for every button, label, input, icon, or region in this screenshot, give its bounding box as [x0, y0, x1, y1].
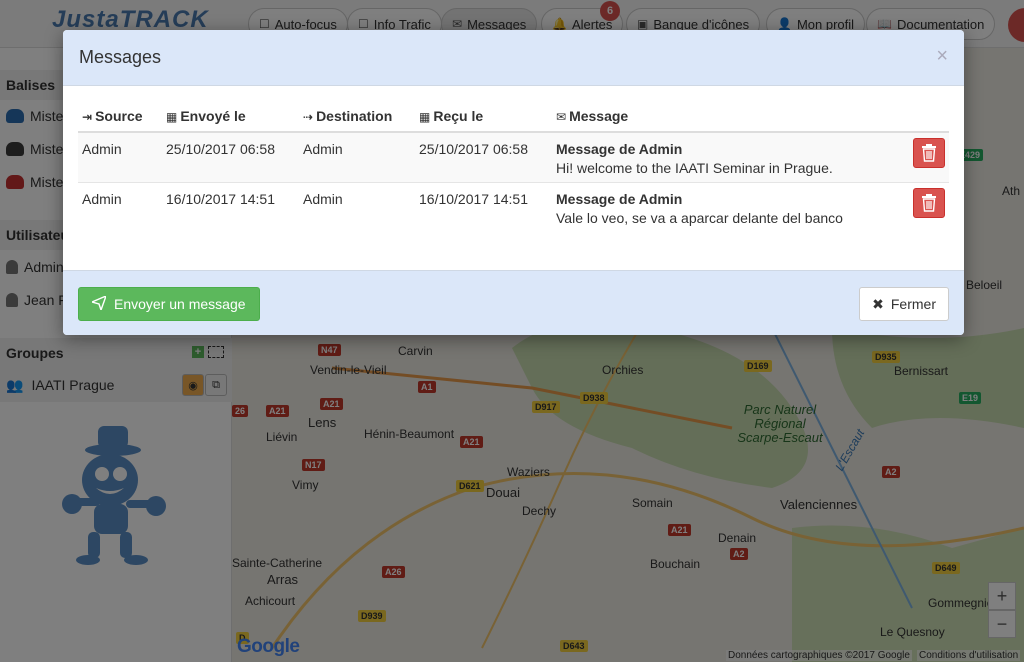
modal-title: Messages: [79, 47, 162, 67]
table-header-row: ⇥ Source ▦ Envoyé le ⇢ Destination ▦ Reçu le…: [78, 100, 949, 133]
cell-destination: Admin: [299, 182, 415, 232]
messages-table: ⇥ Source ▦ Envoyé le ⇢ Destination ▦ Reçu le…: [78, 100, 949, 232]
close-button[interactable]: ✖ Fermer: [859, 287, 949, 321]
column-received: ▦ Reçu le: [415, 100, 552, 133]
column-message: ✉ Message: [552, 100, 905, 133]
cell-source: Admin: [78, 131, 162, 183]
delete-message-button[interactable]: [913, 138, 945, 168]
sign-in-icon: ⇢: [303, 109, 314, 124]
close-icon: ✖: [872, 295, 884, 312]
send-message-button[interactable]: Envoyer un message: [78, 287, 260, 321]
column-source: ⇥ Source: [78, 100, 162, 133]
paper-plane-icon: [89, 294, 108, 313]
column-received-label: Reçu le: [433, 107, 484, 124]
column-source-label: Source: [95, 107, 143, 124]
message-body: Vale lo veo, se va a aparcar delante del…: [556, 210, 843, 226]
column-sent-label: Envoyé le: [180, 107, 246, 124]
cell-received: 16/10/2017 14:51: [415, 182, 552, 232]
table-row: Admin 16/10/2017 14:51 Admin 16/10/2017 …: [78, 182, 949, 232]
column-message-label: Message: [569, 107, 629, 124]
message-title: Message de Admin: [556, 141, 683, 157]
column-destination-label: Destination: [316, 107, 393, 124]
cell-received: 25/10/2017 06:58: [415, 131, 552, 183]
cell-source: Admin: [78, 182, 162, 232]
modal-footer: Envoyer un message ✖ Fermer: [63, 270, 964, 335]
column-actions: [905, 100, 949, 133]
send-message-label: Envoyer un message: [114, 296, 246, 312]
envelope-icon: ✉: [556, 109, 567, 124]
close-button-label: Fermer: [890, 296, 936, 312]
messages-modal: Messages × ⇥ Source ▦ Envoyé le ⇢ Destinati…: [63, 30, 964, 335]
message-title: Message de Admin: [556, 191, 683, 207]
cell-actions: [905, 182, 949, 232]
calendar-icon: ▦: [166, 109, 178, 124]
trash-icon: [922, 194, 936, 212]
table-row: Admin 25/10/2017 06:58 Admin 25/10/2017 …: [78, 131, 949, 183]
calendar-icon: ▦: [419, 109, 431, 124]
cell-sent: 16/10/2017 14:51: [162, 182, 299, 232]
cell-destination: Admin: [299, 131, 415, 183]
cell-sent: 25/10/2017 06:58: [162, 131, 299, 183]
trash-icon: [922, 144, 936, 162]
column-destination: ⇢ Destination: [299, 100, 415, 133]
cell-actions: [905, 131, 949, 183]
modal-close-icon[interactable]: ×: [936, 45, 948, 68]
message-body: Hi! welcome to the IAATI Seminar in Prag…: [556, 160, 833, 176]
modal-header: Messages ×: [63, 30, 964, 86]
delete-message-button[interactable]: [913, 188, 945, 218]
column-sent: ▦ Envoyé le: [162, 100, 299, 133]
cell-message: Message de Admin Vale lo veo, se va a ap…: [552, 182, 905, 232]
cell-message: Message de Admin Hi! welcome to the IAAT…: [552, 131, 905, 183]
sign-out-icon: ⇥: [82, 109, 93, 124]
